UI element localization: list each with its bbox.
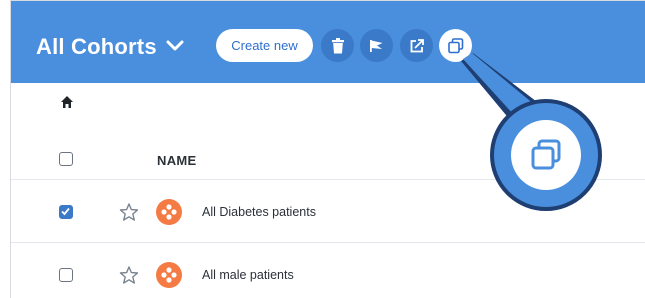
duplicate-callout bbox=[490, 99, 602, 211]
callout-inner bbox=[511, 120, 581, 190]
app-frame: All Cohorts Create new NAME All Diabetes… bbox=[10, 0, 645, 298]
duplicate-icon bbox=[531, 139, 561, 170]
